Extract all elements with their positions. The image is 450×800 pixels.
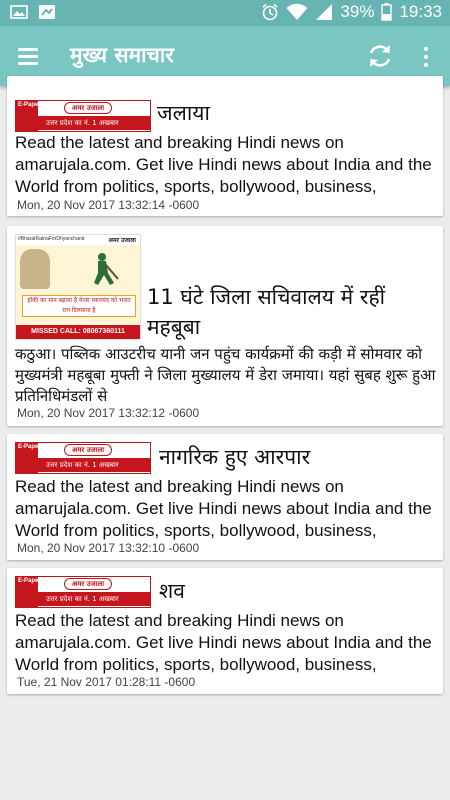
amarujala-logo: अमर उजाला bbox=[64, 102, 112, 114]
epaper-thumbnail: E-Paper अमर उजाला उत्तर प्रदेश का नं. 1 … bbox=[15, 576, 151, 608]
ad-brand: अमर उजाला bbox=[108, 237, 136, 244]
more-vert-icon[interactable] bbox=[416, 42, 436, 72]
news-description: कठुआ। पब्लिक आउटरीच यानी जन पहुंच कार्यक… bbox=[15, 345, 436, 405]
news-description: Read the latest and breaking Hindi news … bbox=[15, 611, 432, 674]
portrait-image bbox=[20, 249, 50, 289]
news-card[interactable]: E-Paper अमर उजाला उत्तर प्रदेश का नं. 1 … bbox=[7, 568, 443, 694]
epaper-strip: उत्तर प्रदेश का नं. 1 अखबार bbox=[38, 116, 150, 130]
news-headline: 11 घंटे जिला सचिवालय में रहीं bbox=[147, 285, 386, 309]
news-description: Read the latest and breaking Hindi news … bbox=[15, 133, 432, 196]
menu-icon[interactable] bbox=[14, 42, 46, 70]
epaper-tag: E-Paper bbox=[18, 578, 41, 584]
epaper-thumbnail: E-Paper अमर उजाला उत्तर प्रदेश का नं. 1 … bbox=[15, 442, 151, 474]
battery-percent: 39% bbox=[340, 2, 375, 21]
news-card[interactable]: #BharatRatnaForDhyanchand अमर उजाला हॉकी… bbox=[7, 226, 443, 426]
wifi-icon bbox=[286, 3, 308, 21]
refresh-icon[interactable] bbox=[366, 42, 396, 72]
hockey-player-image bbox=[94, 253, 119, 285]
news-headline: शव bbox=[159, 579, 185, 603]
news-date: Mon, 20 Nov 2017 13:32:14 -0600 bbox=[17, 198, 200, 212]
epaper-tag: E-Paper bbox=[18, 444, 41, 450]
news-card[interactable]: E-Paper अमर उजाला उत्तर प्रदेश का नं. 1 … bbox=[7, 434, 443, 560]
amarujala-logo: अमर उजाला bbox=[64, 578, 112, 590]
ad-thumbnail: #BharatRatnaForDhyanchand अमर उजाला हॉकी… bbox=[15, 234, 141, 340]
ad-hashtag: #BharatRatnaForDhyanchand bbox=[18, 236, 85, 242]
news-date: Tue, 21 Nov 2017 01:28:11 -0600 bbox=[17, 675, 196, 689]
epaper-tag: E-Paper bbox=[18, 102, 41, 108]
news-date: Mon, 20 Nov 2017 13:32:10 -0600 bbox=[17, 541, 200, 555]
alarm-icon bbox=[261, 3, 279, 21]
photo-icon bbox=[38, 4, 56, 24]
news-date: Mon, 20 Nov 2017 13:32:12 -0600 bbox=[17, 406, 200, 420]
clock-time: 19:33 bbox=[399, 2, 442, 21]
status-bar: 39% 19:33 bbox=[0, 0, 450, 26]
news-card[interactable]: E-Paper अमर उजाला उत्तर प्रदेश का नं. 1 … bbox=[7, 76, 443, 216]
battery-icon bbox=[381, 3, 393, 21]
news-headline: नागरिक हुए आरपार bbox=[159, 445, 311, 469]
news-headline: जलाया bbox=[157, 101, 210, 125]
ad-call: MISSED CALL: 08067360111 bbox=[16, 325, 140, 339]
epaper-thumbnail: E-Paper अमर उजाला उत्तर प्रदेश का नं. 1 … bbox=[15, 100, 151, 132]
news-headline: महबूबा bbox=[147, 315, 201, 339]
news-description: Read the latest and breaking Hindi news … bbox=[15, 477, 432, 540]
page-title: मुख्य समाचार bbox=[70, 43, 174, 67]
epaper-strip: उत्तर प्रदेश का नं. 1 अखबार bbox=[38, 592, 150, 606]
amarujala-logo: अमर उजाला bbox=[64, 444, 112, 456]
image-icon bbox=[10, 4, 28, 24]
signal-icon bbox=[315, 3, 333, 21]
ad-text: हॉकी का मान बढ़ाया है मेजर ध्यानचंद को भ… bbox=[22, 295, 136, 317]
epaper-strip: उत्तर प्रदेश का नं. 1 अखबार bbox=[38, 458, 150, 472]
